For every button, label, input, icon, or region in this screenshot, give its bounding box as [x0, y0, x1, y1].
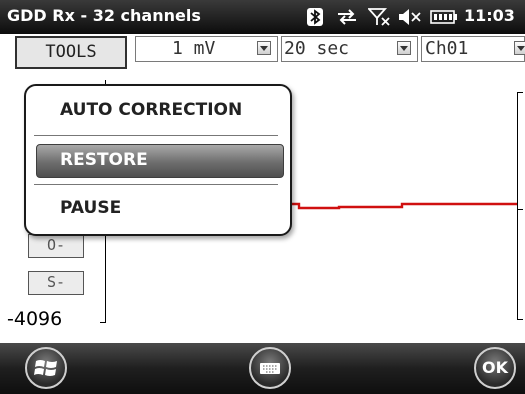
- start-menu-icon: [34, 360, 57, 376]
- bottom-bar: OK: [0, 343, 525, 394]
- time-value: 20 sec: [284, 38, 350, 59]
- menu-divider: [34, 135, 278, 136]
- clock: 11:03: [464, 6, 515, 25]
- y-axis-min-label: -4096: [7, 308, 63, 330]
- chevron-down-icon[interactable]: [514, 41, 525, 55]
- app-title: GDD Rx - 32 channels: [7, 6, 201, 25]
- time-select[interactable]: 20 sec: [281, 36, 418, 62]
- bluetooth-icon: [307, 8, 323, 26]
- menu-divider: [34, 184, 278, 185]
- tools-button[interactable]: TOOLS: [15, 36, 127, 69]
- menu-item-restore[interactable]: RESTORE: [26, 144, 290, 176]
- chevron-down-icon[interactable]: [257, 41, 271, 55]
- start-menu-button[interactable]: [25, 347, 67, 389]
- battery-icon: [430, 10, 457, 24]
- keyboard-button[interactable]: [249, 347, 291, 389]
- no-signal-icon: [368, 8, 390, 26]
- plot-axis-tick: [100, 322, 106, 323]
- plot-axis-tick: [517, 319, 523, 320]
- menu-item-auto-correction[interactable]: AUTO CORRECTION: [26, 94, 290, 126]
- voltage-value: 1 mV: [172, 38, 216, 59]
- ok-button[interactable]: OK: [474, 347, 516, 389]
- keyboard-icon: [260, 363, 280, 374]
- offset-minus-button[interactable]: O-: [28, 234, 84, 258]
- plot-axis-tick: [517, 92, 523, 93]
- volume-muted-icon: [399, 9, 421, 25]
- voltage-select[interactable]: 1 mV: [135, 36, 278, 62]
- scale-minus-button[interactable]: S-: [28, 271, 84, 295]
- channel-value: Ch01: [425, 38, 469, 59]
- status-bar: GDD Rx - 32 channels 11:03: [0, 0, 525, 34]
- channel-select[interactable]: Ch01: [421, 36, 525, 62]
- chevron-down-icon[interactable]: [397, 41, 411, 55]
- menu-item-pause[interactable]: PAUSE: [26, 192, 290, 224]
- tools-popup-menu: AUTO CORRECTION RESTORE PAUSE: [24, 84, 292, 236]
- sync-icon: [338, 9, 356, 25]
